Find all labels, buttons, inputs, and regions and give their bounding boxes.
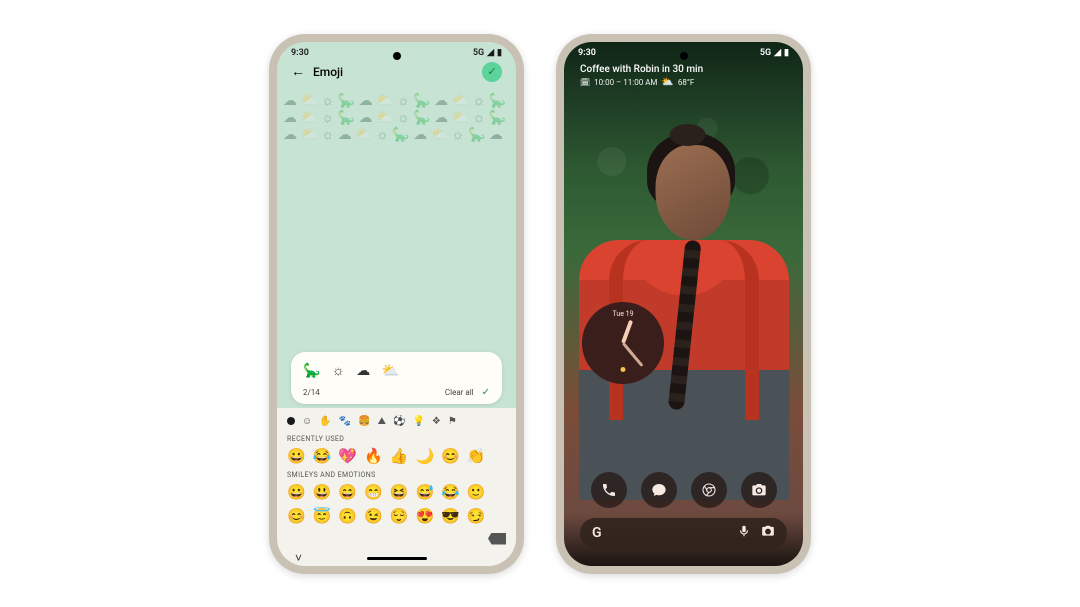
clear-all-button[interactable]: Clear all — [445, 388, 474, 397]
tab-recent-icon[interactable] — [287, 417, 295, 425]
emoji-item[interactable]: 💖 — [338, 447, 357, 465]
emoji-item[interactable]: 😀 — [287, 483, 306, 501]
smileys-row-1: 😀 😃 😄 😁 😆 😅 😂 🙂 — [287, 481, 506, 505]
emoji-keyboard: ☺ ✋ 🐾 🍔 ⛰ ⚽ 💡 ❖ ⚑ RECENTLY USED 😀 😂 💖 🔥 … — [277, 408, 516, 553]
phone-left-frame: 9:30 5G ◢ ▮ ← Emoji ✓ ☁ ⛅ ☼ 🦕 ☁ ⛅ ☼ 🦕 ☁ … — [269, 34, 524, 574]
selection-card: 🦕 ☼ ☁ ⛅ 2/14 Clear all ✓ — [291, 352, 502, 404]
status-icons: 5G ◢ ▮ — [760, 48, 789, 58]
emoji-item[interactable]: 😊 — [287, 507, 306, 525]
emoji-item[interactable]: 🌙 — [415, 447, 434, 465]
emoji-picker-screen: 9:30 5G ◢ ▮ ← Emoji ✓ ☁ ⛅ ☼ 🦕 ☁ ⛅ ☼ 🦕 ☁ … — [277, 42, 516, 566]
emoji-item[interactable]: 👏 — [467, 447, 486, 465]
emoji-item[interactable]: 😏 — [467, 507, 486, 525]
emoji-item[interactable]: 🙃 — [338, 507, 357, 525]
emoji-item[interactable]: 😎 — [441, 507, 460, 525]
emoji-item[interactable]: 😂 — [313, 447, 332, 465]
messages-app-icon[interactable] — [641, 472, 677, 508]
emoji-item[interactable]: 😊 — [441, 447, 460, 465]
phone-right-frame: 9:30 5G ◢ ▮ Coffee with Robin in 30 min … — [556, 34, 811, 574]
selection-counter: 2/14 — [303, 388, 320, 397]
emoji-item[interactable]: 👍 — [390, 447, 409, 465]
emoji-item[interactable]: 😃 — [313, 483, 332, 501]
glance-event-title: Coffee with Robin in 30 min — [580, 64, 787, 75]
lens-icon[interactable] — [761, 523, 775, 542]
smileys-row-2: 😊 😇 🙃 😉 😌 😍 😎 😏 — [287, 505, 506, 529]
emoji-item[interactable]: 😉 — [364, 507, 383, 525]
clock-minute-hand — [622, 342, 644, 367]
page-title: Emoji — [313, 65, 343, 79]
calendar-icon: 🗓 — [580, 78, 590, 87]
emoji-item[interactable]: 🔥 — [364, 447, 383, 465]
emoji-item[interactable]: 🙂 — [467, 483, 486, 501]
tab-people-icon[interactable]: ✋ — [319, 416, 331, 427]
emoji-item[interactable]: 😀 — [287, 447, 306, 465]
tab-activity-icon[interactable]: ⚽ — [393, 416, 405, 427]
recently-used-row: 😀 😂 💖 🔥 👍 🌙 😊 👏 — [287, 445, 506, 469]
status-time: 9:30 — [291, 48, 309, 58]
status-time: 9:30 — [578, 48, 596, 58]
search-bar[interactable]: G — [580, 518, 787, 548]
status-bar: 9:30 5G ◢ ▮ — [564, 42, 803, 64]
battery-icon: ▮ — [784, 48, 789, 58]
network-label: 5G — [760, 48, 771, 58]
accept-icon[interactable]: ✓ — [482, 387, 490, 398]
tab-objects-icon[interactable]: 💡 — [412, 416, 424, 427]
clock-second-dot — [621, 367, 626, 372]
glance-time-range: 10:00 – 11:00 AM — [594, 78, 657, 87]
emoji-item[interactable]: 😄 — [338, 483, 357, 501]
status-icons: 5G ◢ ▮ — [473, 48, 502, 58]
smileys-label: SMILEYS AND EMOTIONS — [287, 471, 506, 479]
at-a-glance-widget[interactable]: Coffee with Robin in 30 min 🗓 10:00 – 11… — [564, 64, 803, 90]
confirm-button[interactable]: ✓ — [482, 62, 502, 82]
title-bar: ← Emoji ✓ — [277, 60, 516, 86]
emoji-category-tabs[interactable]: ☺ ✋ 🐾 🍔 ⛰ ⚽ 💡 ❖ ⚑ — [287, 414, 506, 433]
tab-food-icon[interactable]: 🍔 — [358, 416, 370, 427]
gesture-nav-bar: ˅ — [277, 553, 516, 566]
battery-icon: ▮ — [497, 48, 502, 58]
signal-icon: ◢ — [487, 48, 494, 58]
network-label: 5G — [473, 48, 484, 58]
signal-icon: ◢ — [774, 48, 781, 58]
tab-travel-icon[interactable]: ⛰ — [378, 416, 386, 427]
glance-temperature: 68°F — [678, 78, 694, 87]
emoji-item[interactable]: 😂 — [441, 483, 460, 501]
emoji-item[interactable]: 😆 — [390, 483, 409, 501]
camera-app-icon[interactable] — [741, 472, 777, 508]
phone-app-icon[interactable] — [591, 472, 627, 508]
clock-hour-hand — [621, 319, 633, 343]
clock-widget[interactable]: Tue 19 — [582, 302, 664, 384]
mic-icon[interactable] — [737, 523, 751, 542]
home-indicator[interactable] — [367, 557, 427, 560]
emoji-item[interactable]: 😅 — [415, 483, 434, 501]
collapse-keyboard-icon[interactable]: ˅ — [295, 551, 302, 565]
clock-date: Tue 19 — [612, 310, 633, 318]
tab-smileys-icon[interactable]: ☺ — [302, 416, 312, 427]
back-arrow-icon[interactable]: ← — [291, 63, 305, 80]
tab-flags-icon[interactable]: ⚑ — [448, 416, 457, 427]
emoji-item[interactable]: 😁 — [364, 483, 383, 501]
app-dock — [564, 472, 803, 508]
backspace-icon[interactable] — [488, 533, 506, 545]
emoji-item[interactable]: 😇 — [313, 507, 332, 525]
home-screen: 9:30 5G ◢ ▮ Coffee with Robin in 30 min … — [564, 42, 803, 566]
google-logo-icon: G — [592, 525, 602, 541]
recently-used-label: RECENTLY USED — [287, 435, 506, 443]
emoji-item[interactable]: 😍 — [415, 507, 434, 525]
tab-animals-icon[interactable]: 🐾 — [339, 416, 351, 427]
tab-symbols-icon[interactable]: ❖ — [432, 416, 441, 427]
weather-icon: ⛅ — [661, 77, 673, 88]
wallpaper-preview: ☁ ⛅ ☼ 🦕 ☁ ⛅ ☼ 🦕 ☁ ⛅ ☼ 🦕 ☁ ⛅ ☼ 🦕 ☁ ⛅ ☼ 🦕 … — [277, 86, 516, 408]
emoji-item[interactable]: 😌 — [390, 507, 409, 525]
status-bar: 9:30 5G ◢ ▮ — [277, 42, 516, 60]
chrome-app-icon[interactable] — [691, 472, 727, 508]
selected-emojis: 🦕 ☼ ☁ ⛅ — [303, 362, 490, 379]
